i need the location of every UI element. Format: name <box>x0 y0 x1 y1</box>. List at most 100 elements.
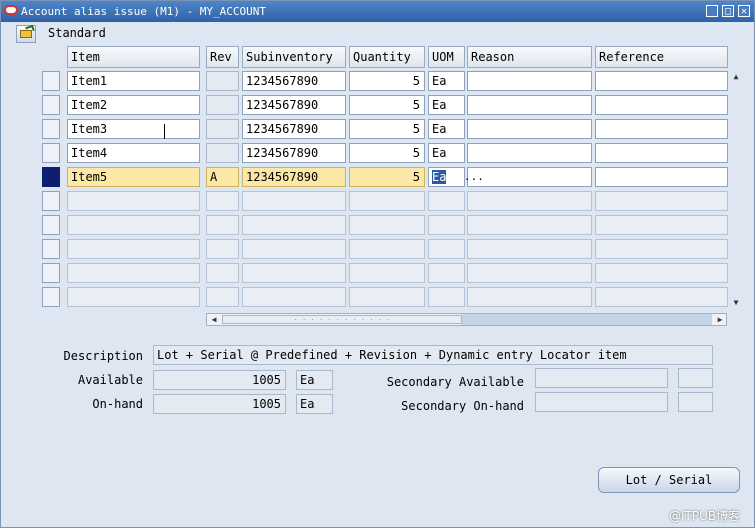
cell-reason[interactable] <box>467 143 592 163</box>
horizontal-scrollbar[interactable]: ◀ · · · · · · · · · · · · ▶ <box>206 313 727 326</box>
cell-uom[interactable] <box>428 239 465 259</box>
cell-reference[interactable] <box>595 95 728 115</box>
cell-reference[interactable] <box>595 167 728 187</box>
scroll-up-icon[interactable]: ▲ <box>730 71 742 83</box>
cell-subinventory[interactable]: 1234567890 <box>242 71 346 91</box>
cell-reason[interactable] <box>467 119 592 139</box>
cell-rev[interactable] <box>206 95 239 115</box>
cell-reference[interactable] <box>595 191 728 211</box>
row-selector[interactable] <box>42 167 60 187</box>
cell-quantity[interactable] <box>349 215 425 235</box>
cell-reference[interactable] <box>595 143 728 163</box>
cell-reason[interactable] <box>467 287 592 307</box>
cell-reference[interactable] <box>595 215 728 235</box>
cell-subinventory[interactable] <box>242 191 346 211</box>
column-header-item[interactable]: Item <box>67 46 200 68</box>
cell-item[interactable]: Item2 <box>67 95 200 115</box>
cell-reference[interactable] <box>595 119 728 139</box>
cell-quantity[interactable]: 5 <box>349 119 425 139</box>
column-header-subinventory[interactable]: Subinventory <box>242 46 346 68</box>
horizontal-scroll-thumb[interactable]: · · · · · · · · · · · · <box>222 315 462 324</box>
cell-rev[interactable] <box>206 143 239 163</box>
cell-uom[interactable]: Ea <box>428 71 465 91</box>
cell-reason[interactable] <box>467 95 592 115</box>
cell-reason[interactable] <box>467 215 592 235</box>
cell-rev[interactable]: A <box>206 167 239 187</box>
cell-subinventory[interactable]: 1234567890 <box>242 167 346 187</box>
scroll-left-icon[interactable]: ◀ <box>208 314 220 326</box>
cell-subinventory[interactable]: 1234567890 <box>242 143 346 163</box>
cell-reason[interactable] <box>467 263 592 283</box>
cell-uom[interactable] <box>428 263 465 283</box>
row-selector[interactable] <box>42 263 60 283</box>
cell-reason[interactable] <box>467 167 592 187</box>
lot-serial-button[interactable]: Lot / Serial <box>598 467 740 493</box>
minimize-button[interactable]: _ <box>706 5 718 17</box>
row-selector[interactable] <box>42 143 60 163</box>
cell-uom[interactable]: Ea <box>428 167 465 187</box>
cell-subinventory[interactable]: 1234567890 <box>242 119 346 139</box>
row-selector[interactable] <box>42 119 60 139</box>
cell-reference[interactable] <box>595 71 728 91</box>
cell-uom[interactable]: Ea <box>428 95 465 115</box>
cell-uom[interactable] <box>428 215 465 235</box>
column-header-reference[interactable]: Reference <box>595 46 728 68</box>
cell-item[interactable]: Item4 <box>67 143 200 163</box>
cell-reference[interactable] <box>595 287 728 307</box>
cell-subinventory[interactable] <box>242 215 346 235</box>
row-selector[interactable] <box>42 287 60 307</box>
cell-rev[interactable] <box>206 71 239 91</box>
cell-item[interactable]: Item3 <box>67 119 200 139</box>
cell-reason[interactable] <box>467 239 592 259</box>
close-button[interactable]: ✕ <box>738 5 750 17</box>
cell-rev[interactable] <box>206 215 239 235</box>
cell-quantity[interactable]: 5 <box>349 167 425 187</box>
cell-quantity[interactable] <box>349 239 425 259</box>
cell-uom[interactable] <box>428 191 465 211</box>
cell-uom[interactable] <box>428 287 465 307</box>
cell-quantity[interactable]: 5 <box>349 71 425 91</box>
cell-subinventory[interactable]: 1234567890 <box>242 95 346 115</box>
cell-quantity[interactable]: 5 <box>349 143 425 163</box>
cell-rev[interactable] <box>206 239 239 259</box>
cell-uom[interactable]: Ea <box>428 143 465 163</box>
maximize-button[interactable]: □ <box>722 5 734 17</box>
cell-subinventory[interactable] <box>242 239 346 259</box>
cell-rev[interactable] <box>206 191 239 211</box>
cell-reason[interactable] <box>467 191 592 211</box>
column-header-quantity[interactable]: Quantity <box>349 46 425 68</box>
column-header-rev[interactable]: Rev <box>206 46 239 68</box>
cell-item[interactable] <box>67 263 200 283</box>
column-header-reason[interactable]: Reason <box>467 46 592 68</box>
cell-item[interactable] <box>67 215 200 235</box>
title-bar[interactable]: Account alias issue (M1) - MY_ACCOUNT _ … <box>1 1 754 22</box>
cell-subinventory[interactable] <box>242 263 346 283</box>
cell-item[interactable] <box>67 239 200 259</box>
scroll-down-icon[interactable]: ▼ <box>730 297 742 309</box>
vertical-scrollbar[interactable]: ▲ ▼ <box>730 71 742 309</box>
cell-subinventory[interactable] <box>242 287 346 307</box>
cell-reference[interactable] <box>595 239 728 259</box>
column-header-uom[interactable]: UOM <box>428 46 465 68</box>
cell-quantity[interactable] <box>349 263 425 283</box>
row-selector[interactable] <box>42 95 60 115</box>
cell-item[interactable] <box>67 287 200 307</box>
list-of-values-button[interactable]: ... <box>464 168 484 188</box>
cell-uom[interactable]: Ea <box>428 119 465 139</box>
cell-reference[interactable] <box>595 263 728 283</box>
cell-item[interactable]: Item5 <box>67 167 200 187</box>
cell-rev[interactable] <box>206 263 239 283</box>
cell-quantity[interactable] <box>349 191 425 211</box>
cell-reason[interactable] <box>467 71 592 91</box>
scroll-right-icon[interactable]: ▶ <box>714 314 726 326</box>
cell-rev[interactable] <box>206 119 239 139</box>
open-folder-button[interactable] <box>16 25 36 43</box>
row-selector[interactable] <box>42 191 60 211</box>
cell-quantity[interactable] <box>349 287 425 307</box>
cell-quantity[interactable]: 5 <box>349 95 425 115</box>
cell-item[interactable] <box>67 191 200 211</box>
cell-item[interactable]: Item1 <box>67 71 200 91</box>
cell-rev[interactable] <box>206 287 239 307</box>
row-selector[interactable] <box>42 215 60 235</box>
row-selector[interactable] <box>42 71 60 91</box>
